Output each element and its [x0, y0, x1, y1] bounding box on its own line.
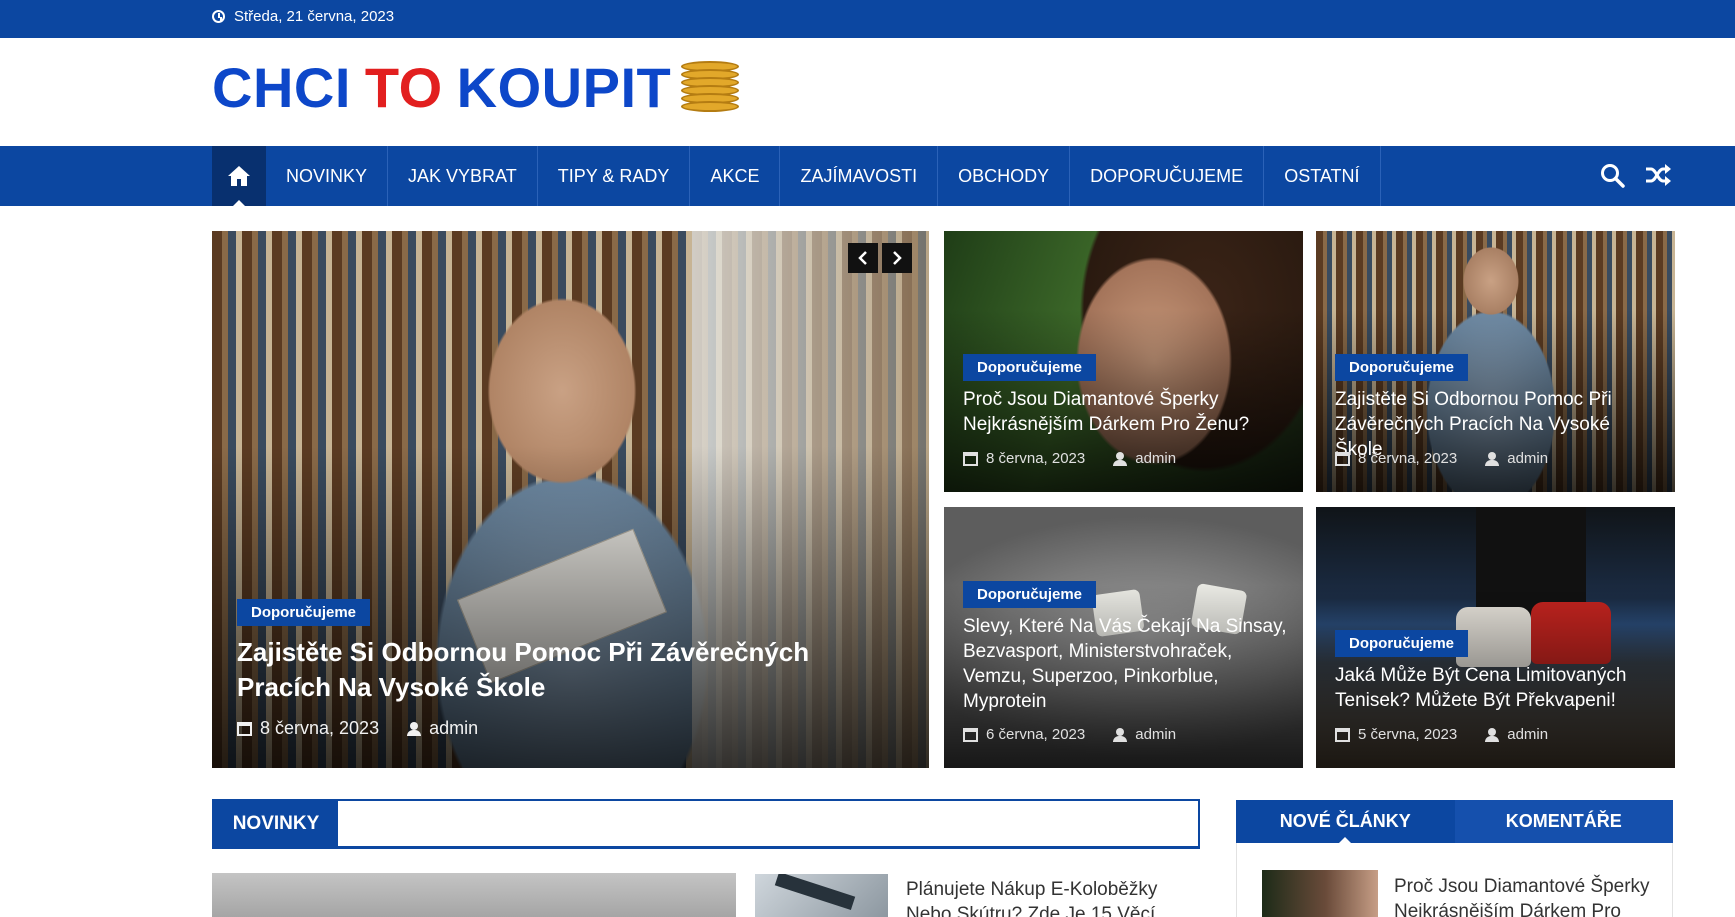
logo-word-koupit: KOUPIT [456, 56, 672, 119]
section-title[interactable]: NOVINKY [214, 801, 338, 847]
calendar-icon [1335, 727, 1350, 742]
top-bar: Středa, 21 června, 2023 [0, 0, 1735, 38]
category-badge[interactable]: Doporučujeme [963, 354, 1097, 381]
category-badge[interactable]: Doporučujeme [1335, 354, 1469, 381]
nav-item-tipy-rady[interactable]: TIPY & RADY [538, 146, 691, 206]
home-icon [228, 166, 250, 186]
nav-item-obchody[interactable]: OBCHODY [938, 146, 1071, 206]
tile-title[interactable]: Slevy, Které Na Vás Čekají Na Sinsay, Be… [963, 614, 1288, 714]
post-author[interactable]: admin [1507, 726, 1548, 743]
user-icon [1485, 727, 1500, 742]
clock-icon [212, 10, 225, 23]
post-author[interactable]: admin [429, 718, 478, 739]
post-date: 8 června, 2023 [986, 450, 1086, 467]
post-date: 5 června, 2023 [1358, 726, 1458, 743]
tab-nove-clanky[interactable]: NOVÉ ČLÁNKY [1236, 800, 1455, 844]
tile-meta: 8 června, 2023 admin [1335, 450, 1548, 467]
nav-item-doporucujeme[interactable]: DOPORUČUJEME [1070, 146, 1265, 206]
featured-tile[interactable]: Doporučujeme Jaká Může Být Cena Limitova… [1316, 507, 1675, 768]
post-author[interactable]: admin [1135, 726, 1176, 743]
user-icon [1113, 451, 1128, 466]
nav-item-ostatni[interactable]: OSTATNÍ [1264, 146, 1381, 206]
sidebar-thumbnail[interactable] [1262, 870, 1378, 917]
slider-prev-button[interactable] [848, 243, 878, 273]
slider-meta: 8 června, 2023 admin [237, 718, 478, 739]
featured-slider[interactable]: Doporučujeme Zajistěte Si Odbornou Pomoc… [212, 231, 929, 768]
news-thumbnail[interactable] [755, 874, 888, 917]
calendar-icon [237, 721, 252, 736]
shuffle-icon[interactable] [1645, 163, 1671, 187]
post-date: 6 června, 2023 [986, 726, 1086, 743]
nav-item-novinky[interactable]: NOVINKY [266, 146, 389, 206]
category-badge[interactable]: Doporučujeme [237, 599, 371, 626]
user-icon [1113, 727, 1128, 742]
calendar-icon [1335, 451, 1350, 466]
nav-item-jak-vybrat[interactable]: JAK VYBRAT [388, 146, 538, 206]
search-icon[interactable] [1600, 163, 1625, 188]
logo-word-to: TO [364, 56, 443, 119]
coins-icon [681, 61, 740, 115]
sidebar-item-title[interactable]: Proč Jsou Diamantové Šperky Nejkrásnější… [1394, 874, 1654, 917]
calendar-icon [963, 727, 978, 742]
logo-word-chci: CHCI [212, 56, 351, 119]
user-icon [1485, 451, 1500, 466]
chevron-right-icon [893, 251, 902, 265]
user-icon [407, 721, 422, 736]
chevron-left-icon [858, 251, 867, 265]
nav-item-zajimavosti[interactable]: ZAJÍMAVOSTI [780, 146, 939, 206]
slider-next-button[interactable] [882, 243, 912, 273]
site-logo[interactable]: CHCI TO KOUPIT [212, 56, 740, 119]
post-author[interactable]: admin [1135, 450, 1176, 467]
sidebar-tabs: NOVÉ ČLÁNKY KOMENTÁŘE [1236, 800, 1673, 844]
news-item-title[interactable]: Plánujete Nákup E-Koloběžky Nebo Skútru?… [906, 877, 1196, 917]
tab-komentare[interactable]: KOMENTÁŘE [1454, 800, 1673, 843]
featured-tile[interactable]: Doporučujeme Slevy, Které Na Vás Čekají … [944, 507, 1303, 768]
news-thumbnail-large[interactable] [212, 873, 736, 917]
date-display: Středa, 21 června, 2023 [212, 8, 394, 25]
section-header: NOVINKY [212, 799, 1200, 849]
main-nav: NOVINKY JAK VYBRAT TIPY & RADY AKCE ZAJÍ… [0, 146, 1735, 206]
post-author[interactable]: admin [1507, 450, 1548, 467]
nav-home-button[interactable] [212, 146, 266, 206]
post-date: 8 června, 2023 [260, 718, 380, 738]
category-badge[interactable]: Doporučujeme [1335, 630, 1469, 657]
featured-tile[interactable]: Doporučujeme Proč Jsou Diamantové Šperky… [944, 231, 1303, 492]
slider-title[interactable]: Zajistěte Si Odbornou Pomoc Při Závěrečn… [237, 635, 897, 705]
post-date: 8 června, 2023 [1358, 450, 1458, 467]
tile-meta: 8 června, 2023 admin [963, 450, 1176, 467]
tile-meta: 6 června, 2023 admin [963, 726, 1176, 743]
tile-title[interactable]: Proč Jsou Diamantové Šperky Nejkrásnější… [963, 387, 1288, 437]
nav-item-akce[interactable]: AKCE [690, 146, 781, 206]
current-date: Středa, 21 června, 2023 [234, 8, 395, 25]
tile-meta: 5 června, 2023 admin [1335, 726, 1548, 743]
calendar-icon [963, 451, 978, 466]
page: Středa, 21 června, 2023 CHCI TO KOUPIT N… [0, 0, 1735, 917]
category-badge[interactable]: Doporučujeme [963, 581, 1097, 608]
tile-title[interactable]: Jaká Může Být Cena Limitovaných Tenisek?… [1335, 663, 1660, 713]
featured-tile[interactable]: Doporučujeme Zajistěte Si Odbornou Pomoc… [1316, 231, 1675, 492]
